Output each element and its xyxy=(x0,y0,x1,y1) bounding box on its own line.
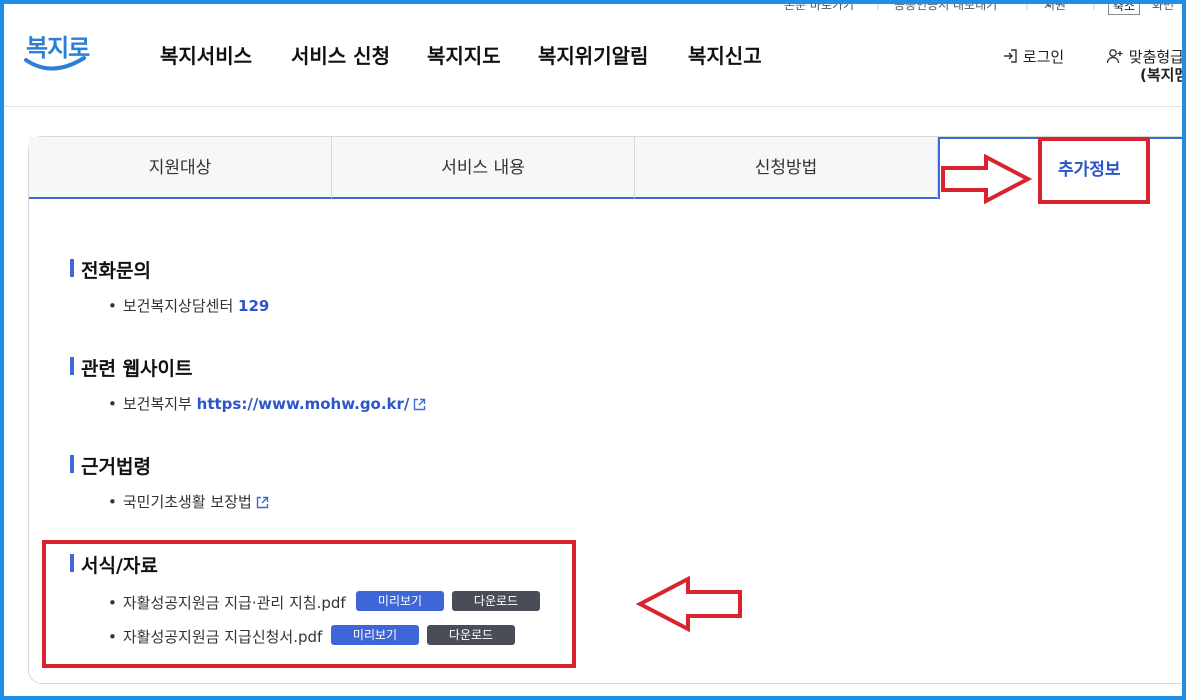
phone-number-link[interactable]: 129 xyxy=(238,297,269,315)
login-link[interactable]: 로그인 xyxy=(1002,46,1064,67)
tab-service-content[interactable]: 서비스 내용 xyxy=(332,137,635,199)
nav-crisis-alert[interactable]: 복지위기알림 xyxy=(538,40,648,69)
custom-welfare-sub: (복지멤 xyxy=(1140,66,1186,84)
annotation-box-tab xyxy=(1038,137,1150,204)
bullet: • xyxy=(108,493,117,511)
phone-item: • 보건복지상담센터 129 xyxy=(108,295,269,316)
section-title-website: 관련 웹사이트 xyxy=(70,354,193,381)
law-link[interactable]: 국민기초생활 보장법 xyxy=(123,493,252,511)
website-item-label: 보건복지부 xyxy=(122,395,192,413)
nav-welfare-report[interactable]: 복지신고 xyxy=(688,40,762,69)
header-divider xyxy=(0,106,1186,107)
tab-apply-method[interactable]: 신청방법 xyxy=(635,137,938,199)
chevron-down-icon: ⌄ xyxy=(1044,0,1055,10)
util-divider: | xyxy=(1092,0,1097,10)
annotation-arrow-left-icon xyxy=(636,576,742,632)
external-link-icon[interactable] xyxy=(413,398,426,411)
util-skip-link[interactable]: 본문 바로가기 xyxy=(784,0,854,13)
zoom-label: 화면 xyxy=(1152,0,1175,12)
zoom-out-button[interactable]: 축소 xyxy=(1108,0,1141,15)
external-link-icon[interactable] xyxy=(256,496,269,509)
website-item: • 보건복지부 https://www.mohw.go.kr/ xyxy=(108,393,426,414)
section-title-phone: 전화문의 xyxy=(70,256,151,283)
annotation-box-forms xyxy=(42,540,576,668)
user-add-icon xyxy=(1106,49,1123,64)
logo-smile-icon xyxy=(24,56,86,71)
login-label: 로그인 xyxy=(1022,48,1065,66)
section-title-law: 근거법령 xyxy=(70,452,151,479)
nav-service-apply[interactable]: 서비스 신청 xyxy=(291,40,390,69)
phone-item-label: 보건복지상담센터 xyxy=(122,297,234,315)
bullet: • xyxy=(108,395,117,413)
util-cert-export[interactable]: 공동인증서 내보내기 xyxy=(894,0,997,13)
site-logo[interactable]: 복지로 xyxy=(22,26,92,78)
nav-welfare-services[interactable]: 복지서비스 xyxy=(160,40,252,69)
website-link[interactable]: https://www.mohw.go.kr/ xyxy=(197,395,410,413)
login-icon xyxy=(1004,49,1017,63)
annotation-arrow-right-icon xyxy=(941,154,1032,204)
util-divider: | xyxy=(876,0,881,10)
law-item: • 국민기초생활 보장법 xyxy=(108,491,269,512)
nav-welfare-map[interactable]: 복지지도 xyxy=(427,40,501,69)
tab-eligibility[interactable]: 지원대상 xyxy=(29,137,332,199)
util-divider: | xyxy=(1025,0,1030,10)
bullet: • xyxy=(108,297,117,315)
